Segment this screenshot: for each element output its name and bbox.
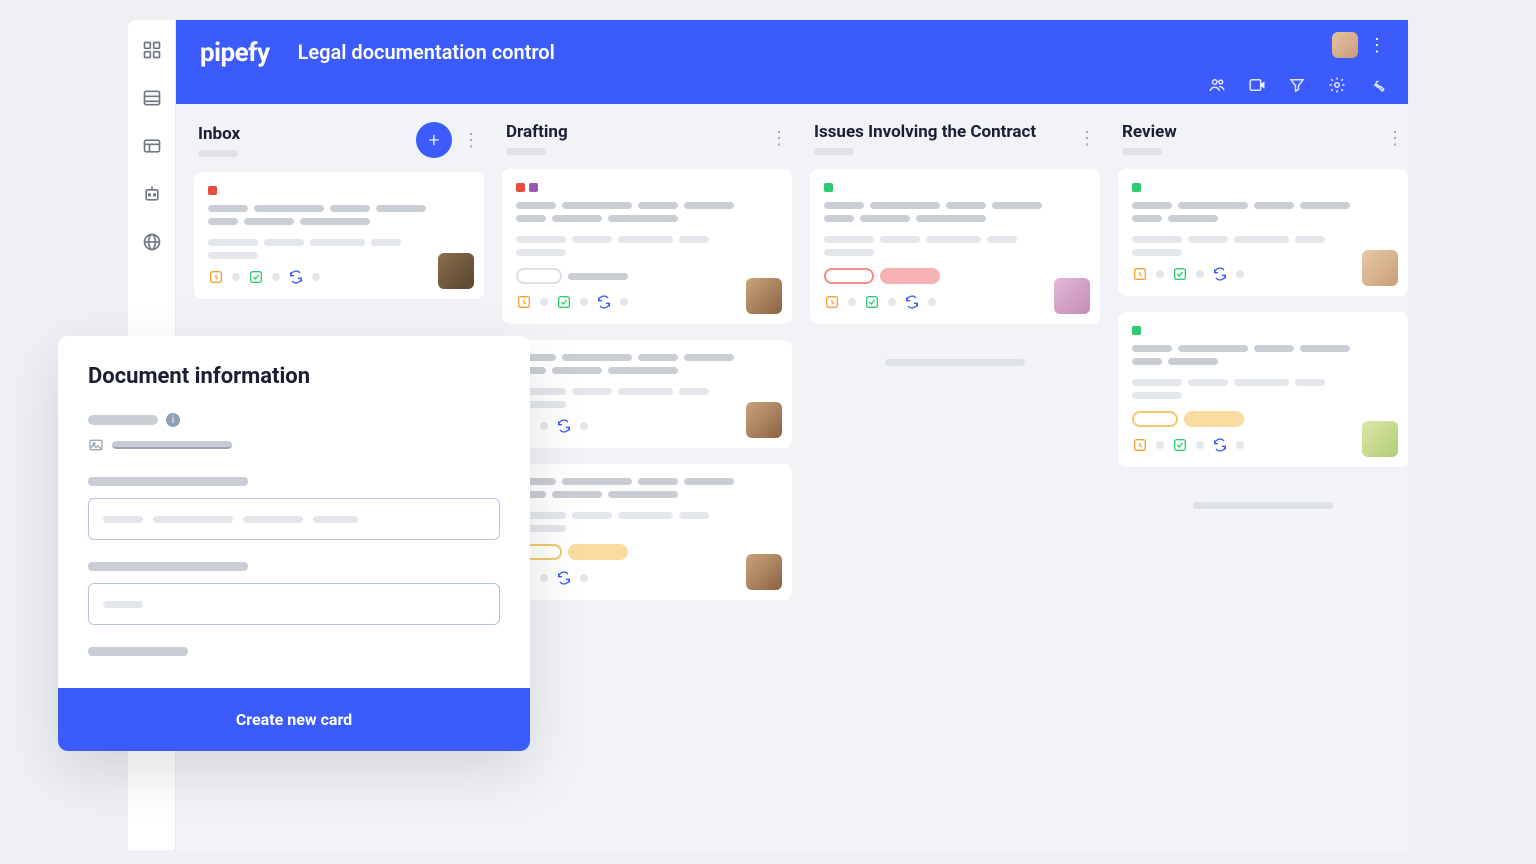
card[interactable]	[502, 169, 792, 324]
globe-icon[interactable]	[142, 232, 162, 252]
card[interactable]	[502, 340, 792, 448]
topbar: pipefy Legal documentation control ⋮	[176, 20, 1408, 104]
check-icon	[1172, 437, 1188, 453]
board-title: Legal documentation control	[298, 40, 555, 64]
topbar-user-area: ⋮	[1332, 32, 1386, 58]
automation-icon[interactable]	[142, 184, 162, 204]
assignee-avatar	[746, 402, 782, 438]
card[interactable]	[810, 169, 1100, 324]
modal-field-label	[88, 415, 158, 425]
assignee-avatar	[438, 253, 474, 289]
column-menu-icon[interactable]: ⋮	[1386, 128, 1404, 149]
sync-icon	[556, 570, 572, 586]
column-menu-icon[interactable]: ⋮	[462, 130, 480, 151]
topbar-menu-icon[interactable]: ⋮	[1368, 35, 1386, 56]
card[interactable]	[1118, 312, 1408, 467]
pill-yellow	[1184, 411, 1244, 427]
tag-red	[516, 183, 525, 192]
column-subtitle-placeholder	[198, 150, 238, 157]
clock-icon	[208, 269, 224, 285]
clock-icon	[1132, 437, 1148, 453]
pill-red	[824, 268, 874, 284]
column-header: Drafting ⋮	[502, 122, 792, 169]
clock-icon	[516, 294, 532, 310]
column-review: Review ⋮	[1118, 122, 1408, 850]
modal-title: Document information	[88, 364, 500, 389]
image-icon	[88, 437, 104, 453]
topbar-tools	[1208, 76, 1386, 94]
sync-icon	[1212, 437, 1228, 453]
column-header: Inbox + ⋮	[194, 122, 484, 172]
pill	[516, 268, 562, 284]
pill-yellow	[568, 544, 628, 560]
tag-red	[208, 186, 217, 195]
modal-field-label	[88, 562, 248, 571]
column-issues: Issues Involving the Contract ⋮	[810, 122, 1100, 850]
card[interactable]	[194, 172, 484, 299]
ghost-card[interactable]	[810, 340, 1100, 384]
column-menu-icon[interactable]: ⋮	[1078, 128, 1096, 149]
dashboard-icon[interactable]	[142, 40, 162, 60]
check-icon	[1172, 266, 1188, 282]
check-icon	[248, 269, 264, 285]
tag-green	[1132, 183, 1141, 192]
column-subtitle-placeholder	[506, 148, 546, 155]
modal-field-label	[88, 477, 248, 486]
assignee-avatar	[1054, 278, 1090, 314]
sync-icon	[904, 294, 920, 310]
sync-icon	[596, 294, 612, 310]
ghost-card[interactable]	[1118, 483, 1408, 527]
list-icon[interactable]	[142, 88, 162, 108]
add-card-button[interactable]: +	[416, 122, 452, 158]
modal-link-placeholder[interactable]	[112, 441, 232, 449]
pill-yellow	[1132, 411, 1178, 427]
modal-text-input[interactable]	[88, 583, 500, 625]
card[interactable]	[502, 464, 792, 600]
wrench-icon[interactable]	[1368, 76, 1386, 94]
panel-icon[interactable]	[142, 136, 162, 156]
sync-icon	[1212, 266, 1228, 282]
filter-icon[interactable]	[1288, 76, 1306, 94]
column-menu-icon[interactable]: ⋮	[770, 128, 788, 149]
user-avatar[interactable]	[1332, 32, 1358, 58]
assignee-avatar	[1362, 421, 1398, 457]
gear-icon[interactable]	[1328, 76, 1346, 94]
clock-icon	[1132, 266, 1148, 282]
app-logo: pipefy	[200, 38, 270, 68]
card[interactable]	[1118, 169, 1408, 296]
sync-icon	[288, 269, 304, 285]
modal-text-input[interactable]	[88, 498, 500, 540]
assignee-avatar	[746, 278, 782, 314]
clock-icon	[824, 294, 840, 310]
column-title: Issues Involving the Contract	[814, 122, 1036, 142]
check-icon	[864, 294, 880, 310]
column-title: Inbox	[198, 124, 240, 144]
assignee-avatar	[1362, 250, 1398, 286]
info-icon[interactable]: i	[166, 413, 180, 427]
sync-icon	[556, 418, 572, 434]
column-subtitle-placeholder	[1122, 148, 1162, 155]
tag-green	[824, 183, 833, 192]
column-subtitle-placeholder	[814, 148, 854, 155]
check-icon	[556, 294, 572, 310]
column-drafting: Drafting ⋮	[502, 122, 792, 850]
pill-red	[880, 268, 940, 284]
tag-purple	[529, 183, 538, 192]
members-icon[interactable]	[1208, 76, 1226, 94]
import-icon[interactable]	[1248, 76, 1266, 94]
column-header: Review ⋮	[1118, 122, 1408, 169]
assignee-avatar	[746, 554, 782, 590]
modal-field-label	[88, 647, 188, 656]
create-card-modal: Document information i Create new card	[58, 336, 530, 751]
create-card-button[interactable]: Create new card	[58, 688, 530, 751]
column-title: Review	[1122, 122, 1177, 142]
column-header: Issues Involving the Contract ⋮	[810, 122, 1100, 169]
column-title: Drafting	[506, 122, 568, 142]
tag-green	[1132, 326, 1141, 335]
